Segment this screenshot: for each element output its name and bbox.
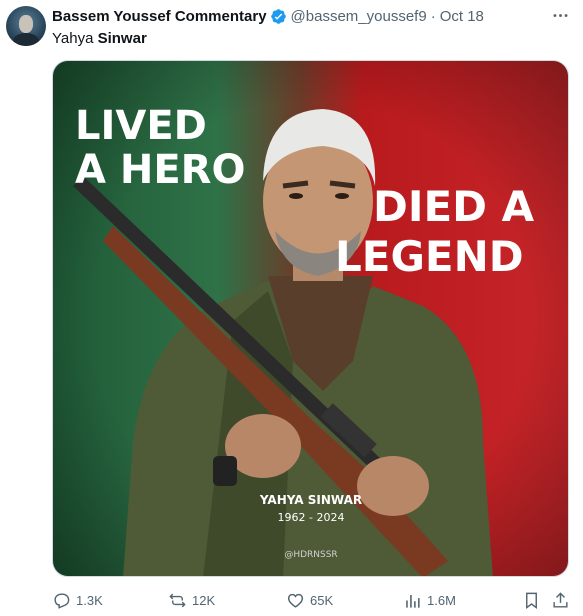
- repost-button[interactable]: 12K: [168, 588, 215, 612]
- views-count: 1.6M: [427, 592, 456, 608]
- tweet-text-normal: Yahya: [52, 30, 98, 47]
- watermark: @HDRNSSR: [284, 550, 337, 560]
- views-button[interactable]: 1.6M: [403, 588, 456, 612]
- reply-icon: [54, 592, 70, 609]
- avatar[interactable]: [6, 6, 46, 46]
- display-name[interactable]: Bassem Youssef Commentary: [52, 8, 267, 25]
- share-icon: [553, 591, 568, 608]
- tweet-date[interactable]: Oct 18: [440, 8, 484, 25]
- poster-artwork: LIVED A HERO DIED A LEGEND YAHYA SINWAR …: [53, 61, 568, 576]
- bookmark-button[interactable]: [522, 588, 541, 612]
- headline-right-line1: DIED A: [373, 182, 535, 231]
- headline-left-line2: A HERO: [75, 147, 246, 193]
- figure-eye-left: [289, 193, 303, 199]
- figure-hand-right: [357, 456, 429, 516]
- like-button[interactable]: 65K: [286, 588, 333, 612]
- separator-dot: ·: [430, 7, 436, 25]
- avatar-shoulders: [13, 33, 39, 46]
- headline-right-line2: LEGEND: [335, 232, 524, 281]
- tweet-header: Bassem Youssef Commentary @bassem_yousse…: [52, 6, 484, 26]
- caption-name: YAHYA SINWAR: [259, 493, 362, 507]
- avatar-head: [19, 15, 33, 33]
- reply-button[interactable]: 1.3K: [52, 588, 103, 612]
- tweet-text: Yahya Sinwar: [52, 30, 147, 48]
- figure-eye-right: [335, 193, 349, 199]
- views-icon: [406, 594, 420, 608]
- like-icon: [287, 593, 304, 608]
- tweet-text-bold[interactable]: Sinwar: [98, 30, 147, 47]
- caption-years: 1962 - 2024: [278, 511, 345, 524]
- figure-watch: [213, 456, 237, 486]
- repost-icon: [169, 593, 186, 607]
- reply-count: 1.3K: [76, 592, 103, 608]
- bookmark-icon: [526, 592, 537, 609]
- verified-badge-icon[interactable]: [270, 8, 287, 25]
- like-count: 65K: [310, 592, 334, 608]
- share-button[interactable]: [551, 588, 570, 612]
- tweet-actions: 1.3K 12K 65K 1.6M: [0, 588, 583, 612]
- repost-count: 12K: [192, 592, 216, 608]
- more-horizontal-icon[interactable]: [548, 4, 572, 26]
- headline-left-line1: LIVED: [75, 103, 207, 149]
- tweet-media-image[interactable]: LIVED A HERO DIED A LEGEND YAHYA SINWAR …: [52, 60, 569, 577]
- user-handle[interactable]: @bassem_youssef9: [291, 8, 427, 25]
